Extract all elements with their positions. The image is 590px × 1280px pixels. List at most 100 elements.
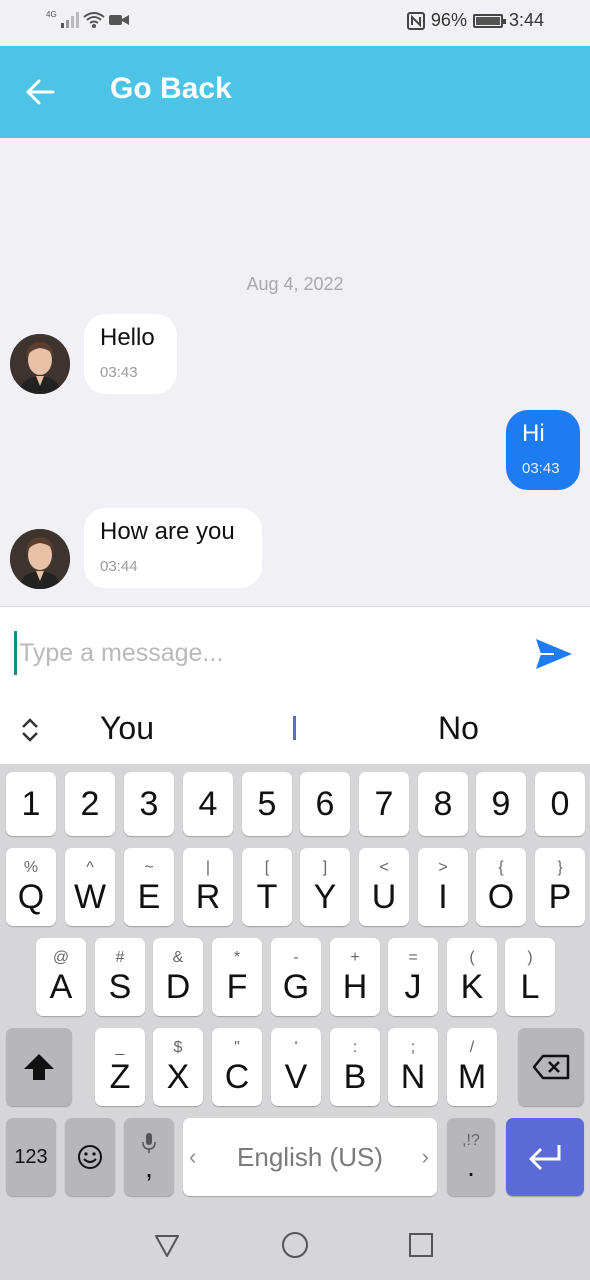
key-label: U [371, 878, 397, 916]
key-alt-label: [ [264, 859, 270, 876]
chat-area[interactable]: Aug 4, 2022 Hello 03:43 Hi 03:43 How are… [0, 138, 590, 606]
recents-square-icon[interactable] [406, 1230, 436, 1260]
key-o[interactable]: {O [476, 848, 526, 926]
key-8[interactable]: 8 [418, 772, 468, 836]
key-x[interactable]: $ X [153, 1028, 203, 1106]
message-bubble-incoming[interactable]: Hello 03:43 [84, 314, 177, 394]
shift-key[interactable] [6, 1028, 72, 1106]
key-1[interactable]: 1 [6, 772, 56, 836]
key-m[interactable]: / M [447, 1028, 497, 1106]
key-alt-label: # [115, 949, 125, 966]
period-key[interactable]: ,!? . [447, 1118, 495, 1196]
message-text: Hi [522, 420, 545, 447]
key-label: 9 [491, 785, 511, 823]
key-6[interactable]: 6 [300, 772, 350, 836]
key-alt-label: * [233, 949, 241, 966]
key-alt-label: = [408, 949, 418, 966]
comma-key[interactable]: , [124, 1118, 174, 1196]
key-s[interactable]: # S [95, 938, 145, 1016]
key-label: 123 [14, 1145, 48, 1168]
status-icons-right: 96% 3:44 [406, 10, 544, 31]
key-label: , [145, 1152, 153, 1183]
key-2[interactable]: 2 [65, 772, 115, 836]
key-w[interactable]: ^ W [65, 848, 115, 926]
key-label: Y [313, 878, 337, 916]
key-alt-label: ^ [86, 859, 94, 876]
key-label: 0 [550, 785, 570, 823]
suggestion-item[interactable]: No [438, 710, 479, 747]
key-label: 8 [433, 785, 453, 823]
suggestion-item[interactable]: You [100, 710, 154, 747]
microphone-icon [142, 1133, 156, 1153]
key-alt-label: ( [469, 949, 475, 966]
message-input[interactable] [14, 631, 514, 675]
expand-toolbar-icon[interactable] [18, 716, 42, 744]
key-f[interactable]: * F [212, 938, 262, 1016]
key-u[interactable]: < U [359, 848, 409, 926]
key-y[interactable]: ] Y [300, 848, 350, 926]
numbers-key[interactable]: 123 [6, 1118, 56, 1196]
enter-key[interactable] [506, 1118, 584, 1196]
key-label: W [73, 878, 107, 916]
key-9[interactable]: 9 [476, 772, 526, 836]
key-t[interactable]: [T [242, 848, 292, 926]
key-label: E [137, 878, 161, 916]
key-label: B [343, 1058, 367, 1096]
key-label: J [404, 968, 422, 1006]
key-7[interactable]: 7 [359, 772, 409, 836]
key-p[interactable]: } P [535, 848, 585, 926]
space-key[interactable]: ‹ English (US) › [183, 1118, 437, 1196]
key-j[interactable]: = J [388, 938, 438, 1016]
key-label: Q [17, 878, 45, 916]
key-4[interactable]: 4 [183, 772, 233, 836]
back-triangle-icon[interactable] [152, 1230, 182, 1260]
key-label: A [49, 968, 73, 1006]
key-0[interactable]: 0 [535, 772, 585, 836]
emoji-key[interactable] [65, 1118, 115, 1196]
back-arrow-icon[interactable] [22, 74, 58, 110]
key-alt-label: < [379, 859, 389, 876]
send-icon[interactable] [534, 637, 574, 673]
key-d[interactable]: & D [153, 938, 203, 1016]
key-label: N [400, 1058, 426, 1096]
key-i[interactable]: > I [418, 848, 468, 926]
key-alt-label: / [469, 1039, 475, 1056]
key-n[interactable]: ; N [388, 1028, 438, 1106]
home-circle-icon[interactable] [280, 1230, 310, 1260]
key-c[interactable]: " C [212, 1028, 262, 1106]
key-e[interactable]: ~ E [124, 848, 174, 926]
key-alt-label: > [438, 859, 448, 876]
backspace-key[interactable] [518, 1028, 584, 1106]
key-alt-label: ,!? [462, 1132, 480, 1149]
backspace-icon [532, 1054, 570, 1080]
message-text: How are you [100, 518, 235, 545]
key-z[interactable]: _ Z [95, 1028, 145, 1106]
avatar[interactable] [10, 529, 70, 589]
message-time: 03:43 [100, 364, 138, 381]
key-v[interactable]: ' V [271, 1028, 321, 1106]
key-label: V [284, 1058, 308, 1096]
key-label: C [224, 1058, 250, 1096]
key-k[interactable]: (K [447, 938, 497, 1016]
key-alt-label: % [23, 859, 39, 876]
key-label: H [342, 968, 368, 1006]
key-3[interactable]: 3 [124, 772, 174, 836]
key-a[interactable]: @ A [36, 938, 86, 1016]
page-title: Go Back [110, 72, 232, 105]
key-label: K [460, 968, 484, 1006]
key-5[interactable]: 5 [242, 772, 292, 836]
enter-icon [529, 1145, 561, 1171]
key-g[interactable]: -G [271, 938, 321, 1016]
suggestion-item[interactable] [293, 716, 296, 740]
key-h[interactable]: + H [330, 938, 380, 1016]
message-text: Hello [100, 324, 155, 351]
key-l[interactable]: ) L [505, 938, 555, 1016]
key-r[interactable]: | R [183, 848, 233, 926]
message-bubble-incoming[interactable]: How are you 03:44 [84, 508, 262, 588]
message-bubble-outgoing[interactable]: Hi 03:43 [506, 410, 580, 490]
key-alt-label: & [172, 949, 184, 966]
key-b[interactable]: :B [330, 1028, 380, 1106]
key-q[interactable]: % Q [6, 848, 56, 926]
avatar[interactable] [10, 334, 70, 394]
key-label: 7 [374, 785, 394, 823]
